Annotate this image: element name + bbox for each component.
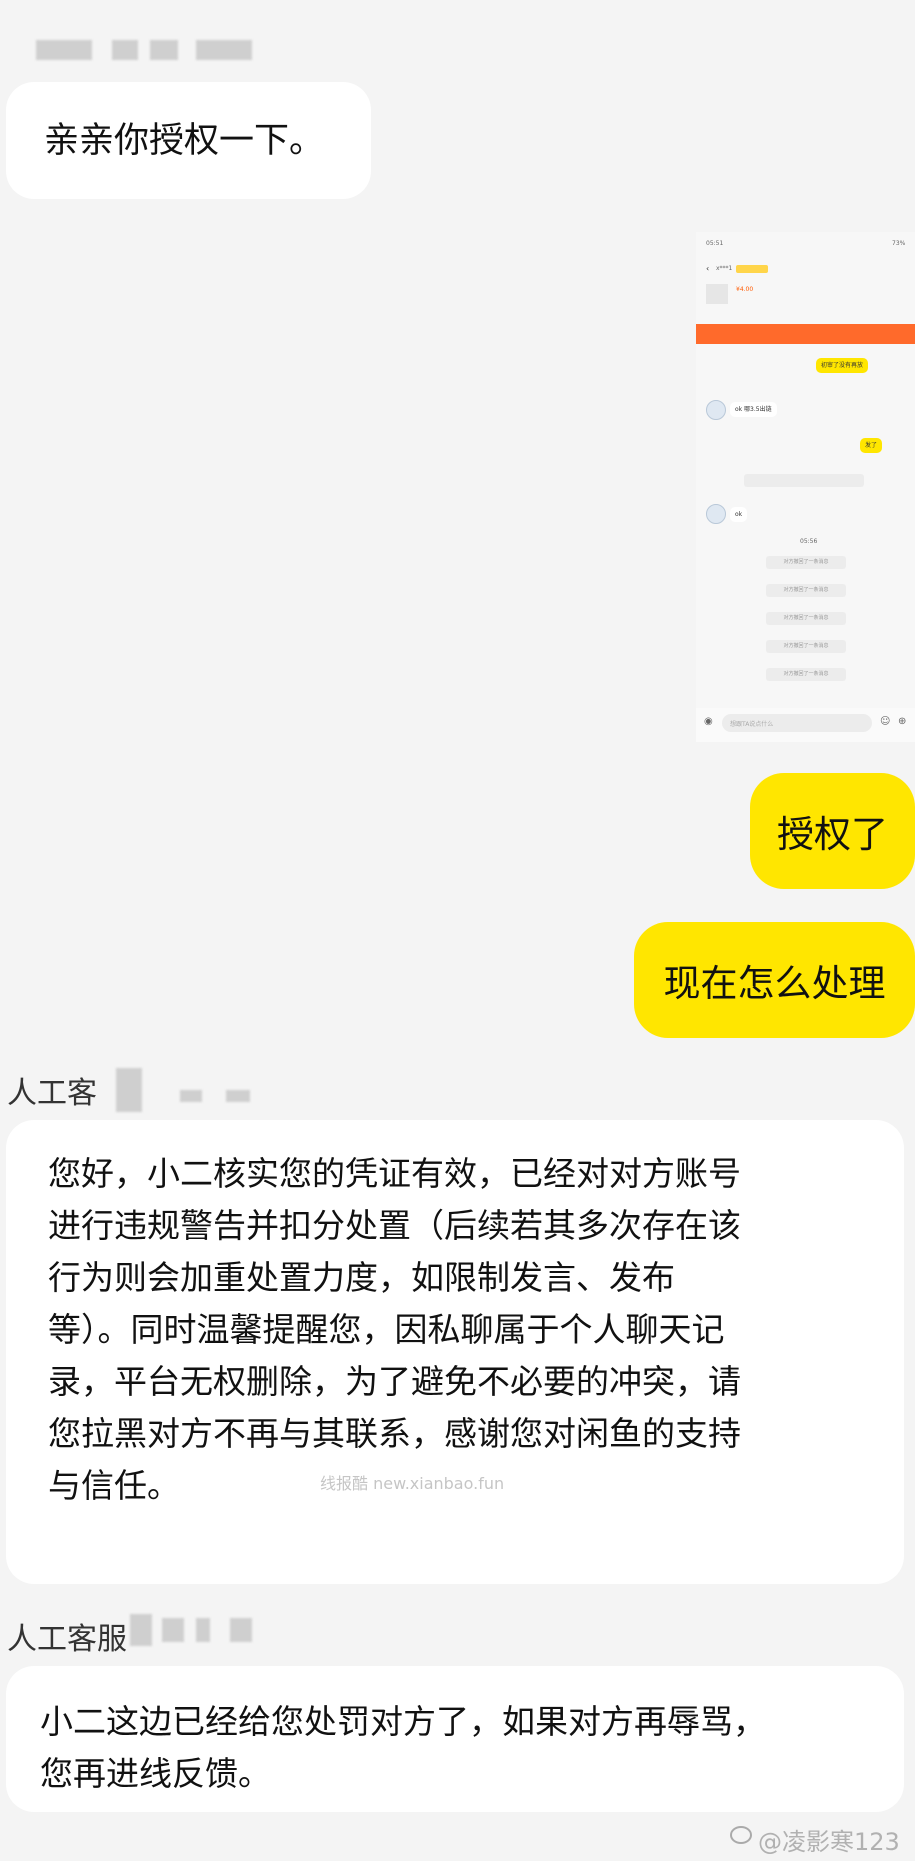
blurred-name (112, 40, 138, 60)
blurred-name (230, 1618, 252, 1642)
avatar (706, 400, 726, 420)
blurred-name (162, 1618, 184, 1642)
message-line: 行为则会加重处置力度，如限制发言、发布 (48, 1258, 675, 1297)
embedded-screenshot[interactable]: 05:51 73% ‹ x***1 ¥4.00 初审了没有再放 ok 哪3.5出… (696, 232, 915, 742)
chat-bubble-other: ok (730, 507, 748, 522)
product-price: ¥4.00 (736, 286, 754, 293)
blurred-name (150, 40, 178, 60)
message-line: 您再进线反馈。 (40, 1754, 271, 1793)
blurred-name (196, 40, 252, 60)
system-notice: 对方撤回了一条消息 (766, 640, 846, 653)
system-notice (744, 474, 864, 487)
watermark: @凌影寒123 (758, 1828, 900, 1856)
voice-icon: ◉ (704, 716, 713, 727)
system-notice: 对方撤回了一条消息 (766, 668, 846, 681)
chat-bubble-other: ok 哪3.5出链 (730, 402, 777, 417)
system-notice: 对方撤回了一条消息 (766, 612, 846, 625)
badge (736, 265, 768, 273)
message-line: 录，平台无权删除，为了避免不必要的冲突，请 (48, 1362, 741, 1401)
system-notice: 对方撤回了一条消息 (766, 584, 846, 597)
emoji-icon: ☺ (880, 716, 891, 727)
back-icon: ‹ (706, 264, 710, 273)
blurred-name (196, 1618, 210, 1642)
message-text: 授权了 (777, 813, 888, 856)
message-line: 进行违规警告并扣分处置（后续若其多次存在该 (48, 1206, 741, 1245)
message-text: 现在怎么处理 (663, 962, 886, 1005)
message-bubble-agent: 小二这边已经给您处罚对方了，如果对方再辱骂， 您再进线反馈。 (6, 1666, 904, 1812)
message-text: 亲亲你授权一下。 (44, 120, 325, 161)
chat-time: 05:56 (800, 538, 818, 545)
message-bubble-agent: 您好，小二核实您的凭证有效，已经对对方账号 进行违规警告并扣分处置（后续若其多次… (6, 1120, 904, 1584)
blurred-name (116, 1068, 142, 1112)
sender-name: 人工客服 (7, 1622, 127, 1657)
watermark: 线报酷 new.xianbao.fun (320, 1474, 505, 1493)
add-icon: ⊕ (898, 716, 907, 727)
alert-banner (696, 324, 915, 344)
product-thumb (706, 284, 728, 304)
status-battery: 73% (892, 240, 906, 247)
message-bubble-self: 现在怎么处理 (634, 922, 915, 1038)
blurred-name (180, 1090, 202, 1102)
status-time: 05:51 (706, 240, 724, 247)
message-line: 等）。同时温馨提醒您，因私聊属于个人聊天记 (48, 1310, 725, 1349)
avatar (706, 504, 726, 524)
message-line: 小二这边已经给您处罚对方了，如果对方再辱骂， (40, 1702, 766, 1741)
message-line: 您好，小二核实您的凭证有效，已经对对方账号 (48, 1154, 741, 1193)
input-placeholder: 想跟TA说点什么 (730, 721, 774, 728)
blurred-name (130, 1614, 152, 1646)
message-line: 您拉黑对方不再与其联系，感谢您对闲鱼的支持 (48, 1414, 741, 1453)
message-bubble-agent: 亲亲你授权一下。 (6, 82, 371, 199)
chat-bubble-self: 初审了没有再放 (816, 358, 869, 373)
blurred-name (226, 1090, 250, 1102)
chat-bubble-self: 发了 (860, 438, 883, 453)
sender-name: 人工客 (7, 1076, 97, 1111)
weibo-icon (730, 1826, 752, 1844)
chat-user: x***1 (716, 265, 733, 272)
system-notice: 对方撤回了一条消息 (766, 556, 846, 569)
blurred-name (36, 40, 92, 60)
message-bubble-self: 授权了 (750, 773, 915, 889)
